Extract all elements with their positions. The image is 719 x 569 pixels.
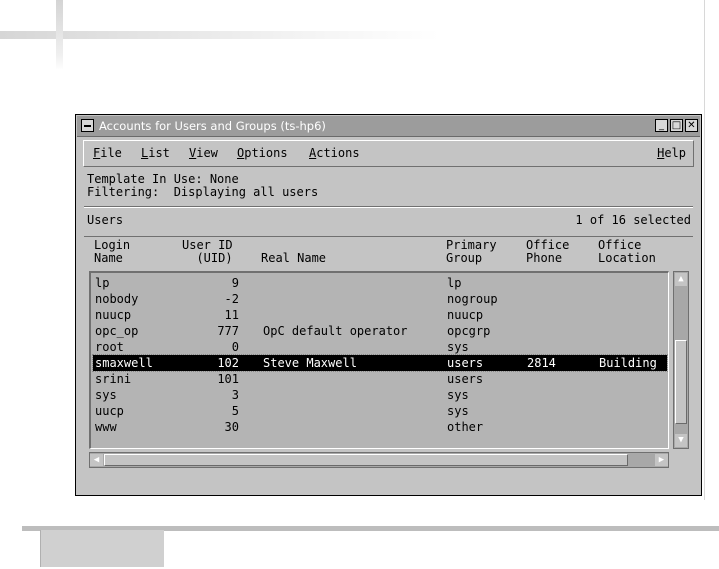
menu-view[interactable]: View [189,146,218,160]
table-row[interactable]: root 0 sys [93,339,667,355]
close-button[interactable]: ✕ [685,119,698,132]
window-menu-icon[interactable] [81,119,94,132]
cell-login: nuucp [95,308,132,322]
menu-file-label: ile [100,146,122,160]
cell-login: srini [95,372,132,386]
accounts-window: Accounts for Users and Groups (ts-hp6) _… [75,114,702,496]
menu-options[interactable]: Options [237,146,288,160]
cell-uid: 777 [217,324,239,338]
users-list[interactable]: lp 9 lp nobody -2 nogroup nuucp 11 nuucp opc_op 77… [89,271,669,449]
cell-uid: 5 [231,404,239,418]
table-row[interactable]: nuucp 11 nuucp [93,307,667,323]
menu-file[interactable]: File [93,146,122,160]
menu-bar: File List View Options Actions Help [83,140,694,167]
list-header-bar: Users 1 of 16 selected [84,207,693,237]
column-header-group[interactable]: Primary Group [446,239,497,265]
column-header-phone[interactable]: Office Phone [526,239,569,265]
cell-group: nuucp [447,308,484,322]
column-header-login[interactable]: Login Name [94,239,130,265]
cell-login: nobody [95,292,139,306]
table-row[interactable]: smaxwell 102 Steve Maxwell users 2814 Buildin… [92,354,668,372]
column-header-location[interactable]: Office Location [598,239,656,265]
cell-login: root [95,340,124,354]
column-header-real-name[interactable]: Real Name [261,252,326,265]
horizontal-scrollbar[interactable]: ◀ ▶ [89,452,669,468]
cell-login: uucp [95,404,124,418]
page-decoration-vertical [56,0,63,70]
minimize-button[interactable]: _ [655,119,668,132]
horizontal-scroll-thumb[interactable] [104,454,628,466]
table-row[interactable]: sys 3 sys [93,387,667,403]
scroll-up-icon[interactable]: ▲ [675,273,687,286]
cell-uid: 9 [231,276,239,290]
page-decoration-line [0,31,440,39]
menu-help[interactable]: Help [657,146,686,160]
page-margin-line [704,0,705,500]
table-row[interactable]: nobody -2 nogroup [93,291,667,307]
table-row[interactable]: www 30 other [93,419,667,435]
cell-real: Steve Maxwell [263,356,357,370]
cell-uid: 101 [217,372,239,386]
cell-group: other [447,420,484,434]
cell-group: users [447,356,484,370]
selection-status: 1 of 16 selected [575,213,691,227]
scroll-left-icon[interactable]: ◀ [90,454,103,466]
vertical-scrollbar[interactable]: ▲ ▼ [673,271,689,449]
page-footer-tab [40,530,164,567]
maximize-button[interactable]: □ [670,119,683,132]
column-header-uid[interactable]: User ID (UID) [182,239,233,265]
cell-group: opcgrp [447,324,491,338]
cell-real: OpC default operator [263,324,408,338]
scroll-right-icon[interactable]: ▶ [655,454,668,466]
table-row[interactable]: uucp 5 sys [93,403,667,419]
filtering-status: Filtering: Displaying all users [87,185,319,199]
cell-login: opc_op [95,324,139,338]
cell-login: sys [95,388,117,402]
cell-uid: 11 [224,308,239,322]
menu-view-label: iew [196,146,218,160]
menu-list-label: ist [148,146,170,160]
menu-list[interactable]: List [141,146,170,160]
vertical-scroll-thumb[interactable] [675,340,687,424]
cell-group: sys [447,388,469,402]
cell-uid: -2 [224,292,239,306]
menu-actions[interactable]: Actions [309,146,360,160]
table-row[interactable]: srini 101 users [93,371,667,387]
cell-group: lp [447,276,462,290]
cell-uid: 30 [224,420,239,434]
scroll-down-icon[interactable]: ▼ [675,434,687,447]
cell-phone: 2814 [527,356,556,370]
cell-uid: 0 [231,340,239,354]
info-panel: Template In Use: None Filtering: Display… [84,168,693,207]
table-row[interactable]: opc_op 777 OpC default operator opcgrp [93,323,667,339]
cell-login: lp [95,276,110,290]
menu-options-label: ptions [244,146,288,160]
menu-actions-label: ctions [316,146,360,160]
cell-login: www [95,420,117,434]
window-title: Accounts for Users and Groups (ts-hp6) [99,119,326,133]
cell-uid: 3 [231,388,239,402]
template-in-use: Template In Use: None [87,172,239,186]
cell-group: nogroup [447,292,498,306]
cell-login: smaxwell [95,356,153,370]
cell-group: sys [447,340,469,354]
title-bar[interactable]: Accounts for Users and Groups (ts-hp6) _… [77,116,700,137]
menu-help-label: elp [664,146,686,160]
table-row[interactable]: lp 9 lp [93,275,667,291]
cell-group: sys [447,404,469,418]
cell-location: Building [599,356,657,370]
cell-group: users [447,372,484,386]
list-title: Users [87,213,124,227]
cell-uid: 102 [217,356,239,370]
